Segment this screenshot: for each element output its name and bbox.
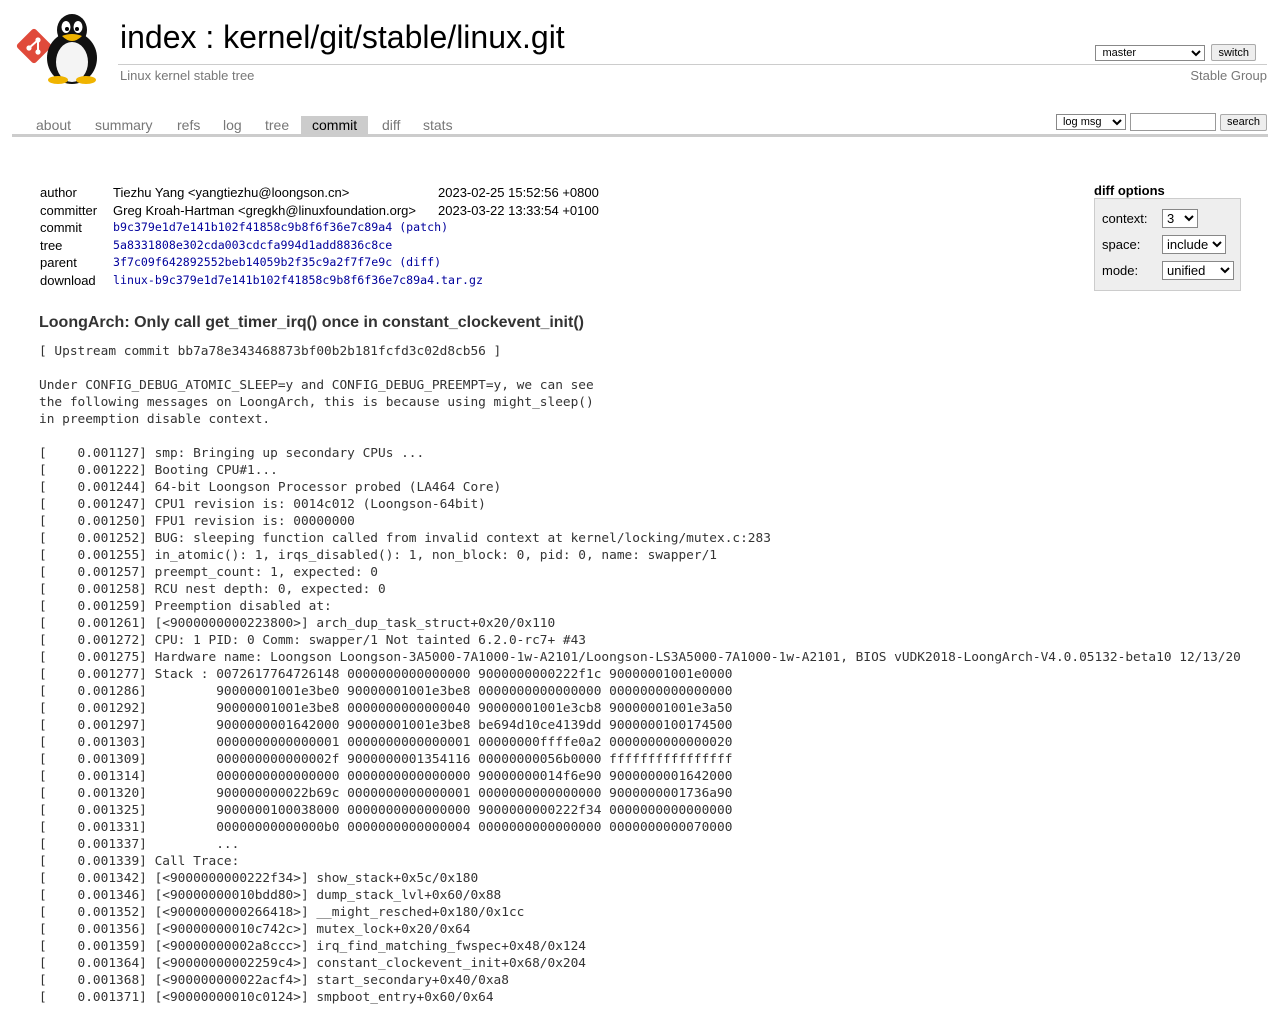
parent-diff-link[interactable]: (diff): [399, 255, 441, 269]
commit-value: b9c379e1d7e141b102f41858c9b8f6f36e7c89a4…: [113, 219, 448, 237]
parent-label: parent: [40, 255, 77, 271]
diff-options-title: diff options: [1094, 183, 1165, 198]
header-divider: [118, 64, 1267, 65]
tab-log[interactable]: log: [212, 116, 253, 135]
space-select[interactable]: include: [1162, 235, 1226, 254]
repo-owner: Stable Group: [1190, 68, 1267, 83]
title-separator: :: [196, 19, 224, 55]
committer-date: 2023-03-22 13:33:54 +0100: [438, 202, 599, 218]
switch-button[interactable]: switch: [1211, 44, 1256, 61]
author-label: author: [40, 185, 77, 200]
context-select[interactable]: 3: [1162, 209, 1198, 228]
tab-stats[interactable]: stats: [412, 116, 464, 135]
commit-label: commit: [40, 220, 82, 236]
download-value: linux-b9c379e1d7e141b102f41858c9b8f6f36e…: [113, 272, 483, 290]
repo-description: Linux kernel stable tree: [120, 68, 255, 83]
search-scope-select[interactable]: log msg: [1055, 114, 1126, 130]
search-button[interactable]: search: [1219, 113, 1267, 131]
branch-form: master switch: [1095, 44, 1256, 61]
branch-select[interactable]: master: [1095, 44, 1206, 61]
search-input[interactable]: [1129, 113, 1216, 131]
tab-about[interactable]: about: [25, 116, 82, 135]
space-label: space:: [1102, 237, 1141, 252]
mode-select[interactable]: unified: [1162, 261, 1234, 280]
author-date: 2023-02-25 15:52:56 +0800: [438, 185, 599, 200]
tree-label: tree: [40, 237, 63, 253]
tab-summary[interactable]: summary: [84, 116, 164, 135]
tab-tree[interactable]: tree: [254, 116, 300, 135]
author-value: Tiezhu Yang <yangtiezhu@loongson.cn>: [113, 185, 350, 200]
diff-options-panel: context: 3 space: include mode: unified: [1094, 198, 1241, 291]
commit-hash-link[interactable]: b9c379e1d7e141b102f41858c9b8f6f36e7c89a4: [113, 220, 392, 234]
commit-subject: LoongArch: Only call get_timer_irq() onc…: [39, 314, 584, 331]
tab-diff[interactable]: diff: [371, 116, 411, 135]
tree-value: 5a8331808e302cda003cdcfa994d1add8836c8ce: [113, 237, 392, 255]
index-link[interactable]: index: [120, 19, 197, 55]
download-label: download: [40, 272, 96, 288]
page-title: index : kernel/git/stable/linux.git: [120, 16, 565, 58]
parent-value: 3f7c09f642892552beb14059b2f35c9a2f7f7e9c…: [113, 254, 441, 272]
context-label: context:: [1102, 211, 1148, 226]
commit-message: [ Upstream commit bb7a78e343468873bf00b2…: [39, 344, 1241, 1005]
patch-link[interactable]: (patch): [399, 220, 448, 234]
repo-link[interactable]: kernel/git/stable/linux.git: [223, 19, 565, 55]
download-link[interactable]: linux-b9c379e1d7e141b102f41858c9b8f6f36e…: [113, 273, 483, 287]
tux-mascot-icon: [38, 12, 110, 87]
committer-value: Greg Kroah-Hartman <gregkh@linuxfoundati…: [113, 202, 416, 218]
tab-commit[interactable]: commit: [301, 116, 369, 135]
mode-label: mode:: [1102, 263, 1139, 278]
tree-hash-link[interactable]: 5a8331808e302cda003cdcfa994d1add8836c8ce: [113, 238, 392, 252]
tab-refs[interactable]: refs: [166, 116, 211, 135]
parent-hash-link[interactable]: 3f7c09f642892552beb14059b2f35c9a2f7f7e9c: [113, 255, 392, 269]
committer-label: committer: [40, 202, 98, 218]
search-form: log msg search: [1055, 113, 1267, 131]
